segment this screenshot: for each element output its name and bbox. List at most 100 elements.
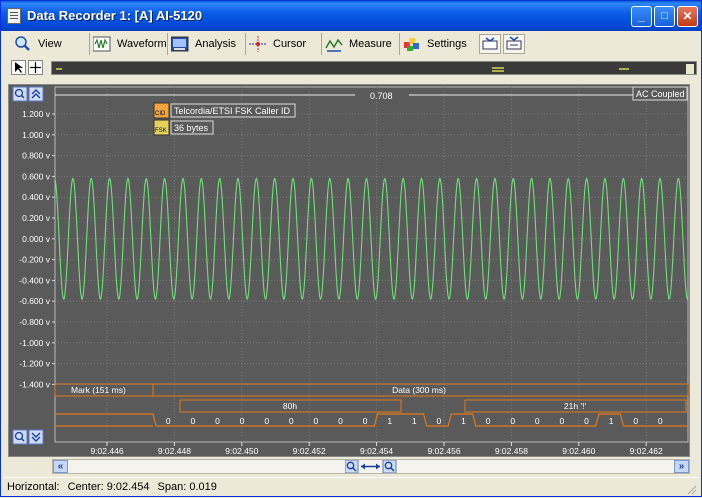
y-axis: 1.200 v 1.000 v 0.800 v 0.600 v 0.400 v 0.200… (19, 109, 55, 389)
collapse-channels-button[interactable] (503, 34, 525, 54)
signal-trace (54, 177, 689, 301)
y-tick-label: -0.400 v (19, 275, 50, 285)
x-tick-label: 9:02.452 (293, 446, 326, 456)
bit-waveform (55, 413, 688, 427)
magnifier-icon (14, 36, 32, 52)
x-tick-label: 9:02.448 (158, 446, 191, 456)
byte-2-label: 21h '!' (564, 401, 587, 411)
data-label: Data (300 ms) (392, 385, 446, 395)
bit-value: 0 (191, 416, 196, 426)
bit-value: 1 (412, 416, 417, 426)
settings-button-label: Settings (427, 38, 467, 50)
settings-icon (403, 36, 421, 52)
view-button[interactable]: View (11, 33, 83, 55)
byte-count: 36 bytes (174, 123, 209, 133)
bit-value: 0 (633, 416, 638, 426)
x-tick-label: 9:02.462 (630, 446, 663, 456)
y-tick-label: 0.600 v (22, 171, 51, 181)
pan-tool[interactable] (28, 60, 43, 75)
x-axis: 9:02.446 9:02.448 9:02.450 9:02.452 9:02.454… (90, 442, 663, 456)
horizontal-scrollbar[interactable]: « » (52, 459, 690, 474)
bit-value: 0 (510, 416, 515, 426)
move-icon (30, 62, 41, 73)
arrow-pointer-icon (15, 62, 23, 73)
bit-value: 0 (338, 416, 343, 426)
y-tick-label: 0.800 v (22, 151, 51, 161)
waveform-icon (92, 36, 111, 52)
y-tick-label: 0.200 v (22, 213, 51, 223)
bit-value: 0 (363, 416, 368, 426)
settings-button[interactable]: Settings (399, 33, 473, 55)
scroll-right-button[interactable]: » (674, 460, 689, 473)
expand-channels-button[interactable] (479, 34, 501, 54)
x-tick-label: 9:02.460 (562, 446, 595, 456)
title-bar[interactable]: Data Recorder 1: [A] AI-5120 _ □ ✕ (1, 1, 701, 31)
y-tick-label: 1.000 v (22, 130, 51, 140)
y-tick-label: -1.200 v (19, 359, 50, 369)
x-tick-label: 9:02.456 (427, 446, 460, 456)
zoom-out-horizontal-icon[interactable] (382, 459, 397, 474)
waveform-button-label: Waveform (117, 38, 167, 50)
y-tick-label: -0.800 v (19, 317, 50, 327)
top-zoom-controls (12, 86, 44, 102)
x-tick-label: 9:02.454 (360, 446, 393, 456)
decoder-name: Telcordia/ETSI FSK Caller ID (174, 106, 291, 116)
bit-value: 0 (658, 416, 663, 426)
status-span: Span: 0.019 (157, 480, 217, 493)
x-tick-label: 9:02.458 (495, 446, 528, 456)
cid-icon-label: CID (155, 111, 166, 117)
y-tick-label: 1.200 v (22, 109, 51, 119)
minimize-button[interactable]: _ (631, 6, 652, 27)
decoder-info[interactable]: CID Telcordia/ETSI FSK Caller ID FSK 36 … (153, 102, 296, 136)
status-bar: Horizontal: Center: 9:02.454 Span: 0.019 (3, 477, 699, 495)
fsk-decode-rows: Mark (151 ms) Data (300 ms) 80h 21h '!' 0 0 0 0… (54, 383, 689, 427)
waveform-plot[interactable]: 1.200 v 1.000 v 0.800 v 0.600 v 0.400 v 0.200… (8, 84, 690, 457)
close-button[interactable]: ✕ (677, 6, 698, 27)
data-recorder-window: Data Recorder 1: [A] AI-5120 _ □ ✕ View … (0, 0, 702, 497)
analysis-icon (170, 36, 189, 52)
y-tick-label: -0.600 v (19, 296, 50, 306)
coupling-label: AC Coupled (636, 89, 685, 99)
cursor-value: 0.708 (370, 91, 393, 101)
bit-value: 1 (609, 416, 614, 426)
document-icon (7, 8, 21, 24)
expand-icon (482, 37, 498, 50)
waveform-overview[interactable] (51, 61, 697, 75)
bit-value: 0 (560, 416, 565, 426)
cursor-button[interactable]: Cursor (245, 33, 317, 55)
bit-value: 1 (461, 416, 466, 426)
horizontal-expand-icon[interactable] (361, 463, 380, 470)
bit-value: 0 (314, 416, 319, 426)
byte-1-label: 80h (283, 401, 297, 411)
x-tick-label: 9:02.450 (225, 446, 258, 456)
overview-end-handle[interactable] (686, 64, 694, 74)
bit-value: 1 (387, 416, 392, 426)
y-tick-label: -1.400 v (19, 379, 50, 389)
y-tick-label: -0.200 v (19, 255, 50, 265)
mark-label: Mark (151 ms) (71, 385, 126, 395)
analysis-button[interactable]: Analysis (167, 33, 241, 55)
measure-icon (325, 36, 343, 52)
collapse-icon (506, 36, 522, 50)
maximize-button[interactable]: □ (654, 6, 675, 27)
scroll-left-button[interactable]: « (53, 460, 68, 473)
status-horizontal-label: Horizontal: (7, 480, 60, 493)
resize-grip-icon[interactable] (685, 483, 697, 495)
pointer-tool[interactable] (11, 60, 26, 75)
fsk-icon-label: FSK (155, 128, 167, 134)
view-button-label: View (38, 38, 62, 50)
bit-value: 0 (166, 416, 171, 426)
zoom-in-horizontal-icon[interactable] (344, 459, 359, 474)
bit-value: 0 (240, 416, 245, 426)
waveform-button[interactable]: Waveform (89, 33, 167, 55)
bit-value: 0 (264, 416, 269, 426)
bottom-zoom-controls (12, 429, 44, 445)
bit-value: 0 (215, 416, 220, 426)
bit-value: 0 (486, 416, 491, 426)
y-tick-label: 0.000 v (22, 234, 51, 244)
cursor-icon (249, 36, 267, 52)
main-toolbar: View Waveform Analysis Cursor Measure Se (5, 33, 699, 55)
x-tick-label: 9:02.446 (90, 446, 123, 456)
measure-button-label: Measure (349, 38, 392, 50)
measure-button[interactable]: Measure (321, 33, 395, 55)
